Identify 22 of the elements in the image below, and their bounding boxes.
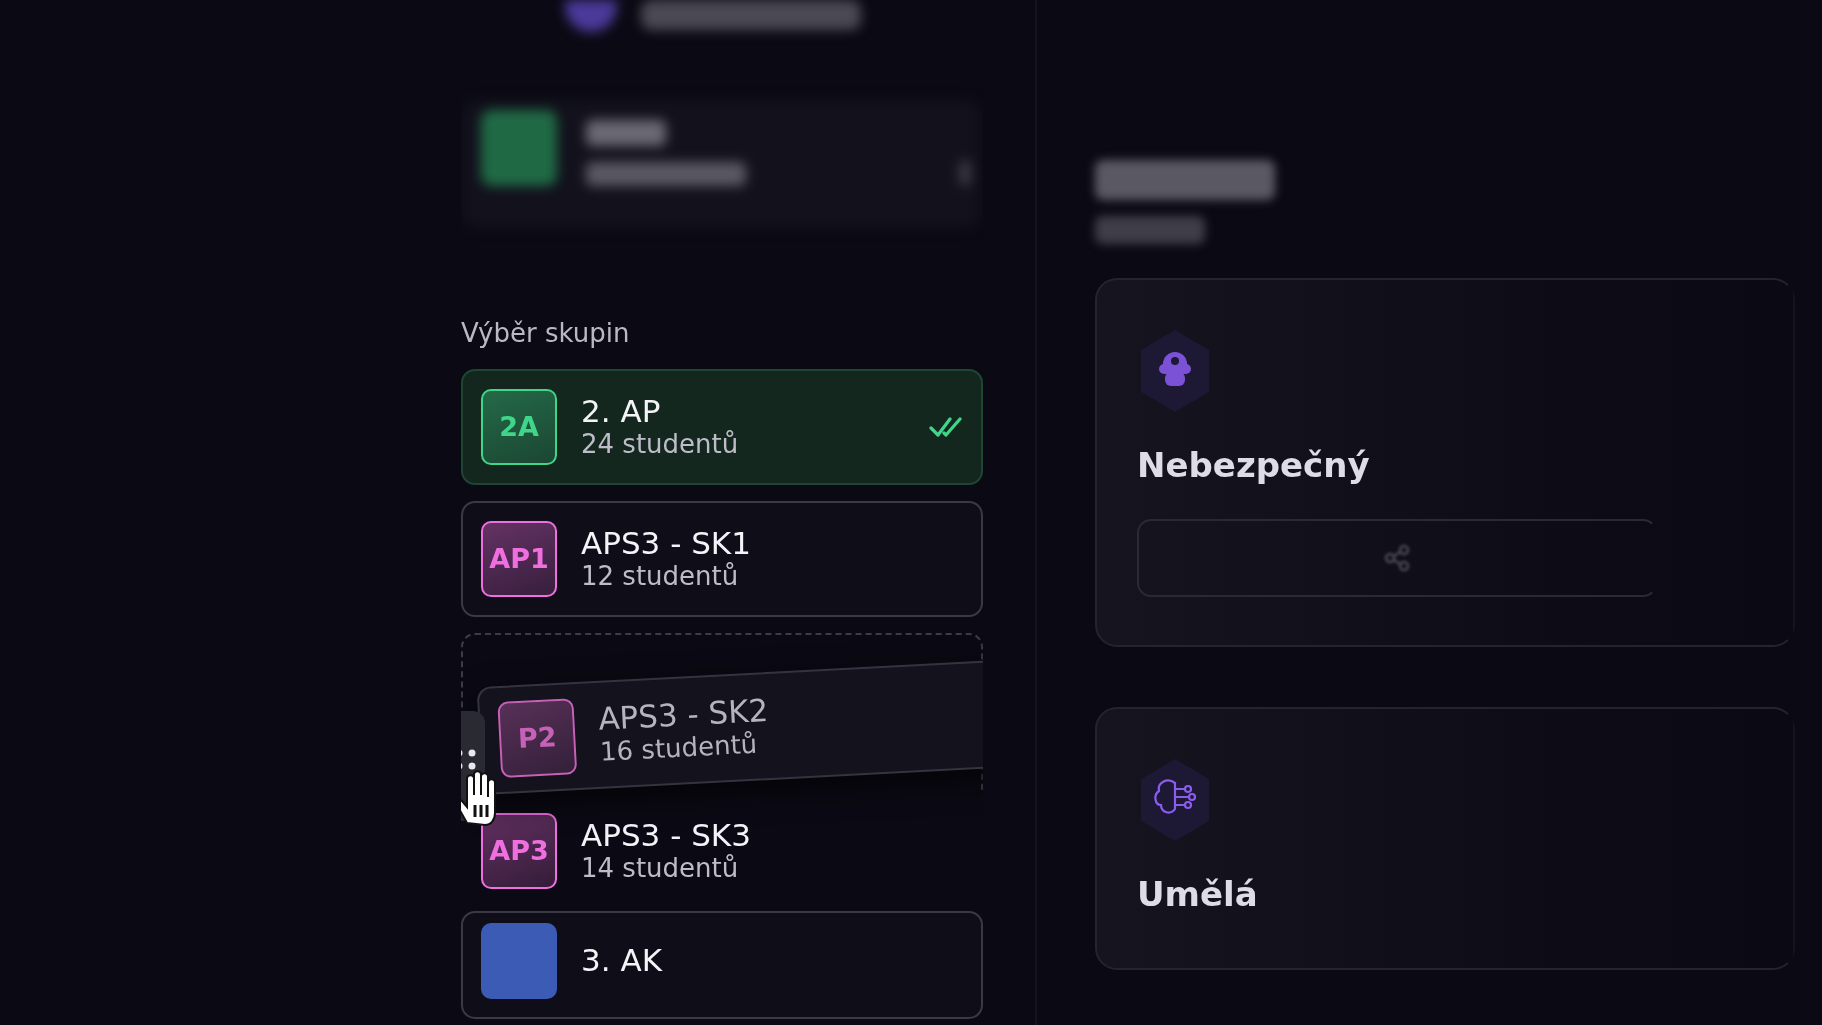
section-heading: Výběr skupin bbox=[461, 317, 631, 350]
group-name: APS3 - SK1 bbox=[581, 525, 752, 562]
group-avatar: P2 bbox=[497, 698, 578, 779]
share-icon bbox=[1382, 543, 1412, 573]
student-count: 24 studentů bbox=[581, 429, 740, 461]
dragged-group-card[interactable]: P2 APS3 - SK2 16 studentů bbox=[476, 658, 983, 796]
group-name: 3. AK bbox=[581, 943, 664, 979]
group-name: 2. AP bbox=[581, 393, 662, 430]
topic-title: Nebezpečný bbox=[1137, 444, 1371, 487]
group-card[interactable]: 2A 2. AP 24 studentů bbox=[461, 369, 983, 485]
topic-card[interactable]: Umělá bbox=[1095, 707, 1795, 970]
group-card[interactable]: AP1 APS3 - SK1 12 studentů bbox=[461, 501, 983, 617]
student-count: 12 studentů bbox=[581, 561, 740, 593]
group-avatar: 2A bbox=[481, 389, 557, 465]
group-avatar: AP3 bbox=[481, 813, 557, 889]
student-count: 14 studentů bbox=[581, 853, 740, 885]
group-card[interactable]: AP3 APS3 - SK3 14 studentů bbox=[461, 807, 983, 895]
topic-title: Umělá bbox=[1137, 873, 1259, 916]
topic-card[interactable]: Nebezpečný bbox=[1095, 278, 1795, 647]
group-avatar: AP1 bbox=[481, 521, 557, 597]
group-name: APS3 - SK3 bbox=[581, 817, 752, 854]
group-card[interactable]: 3. AK bbox=[461, 911, 983, 1019]
